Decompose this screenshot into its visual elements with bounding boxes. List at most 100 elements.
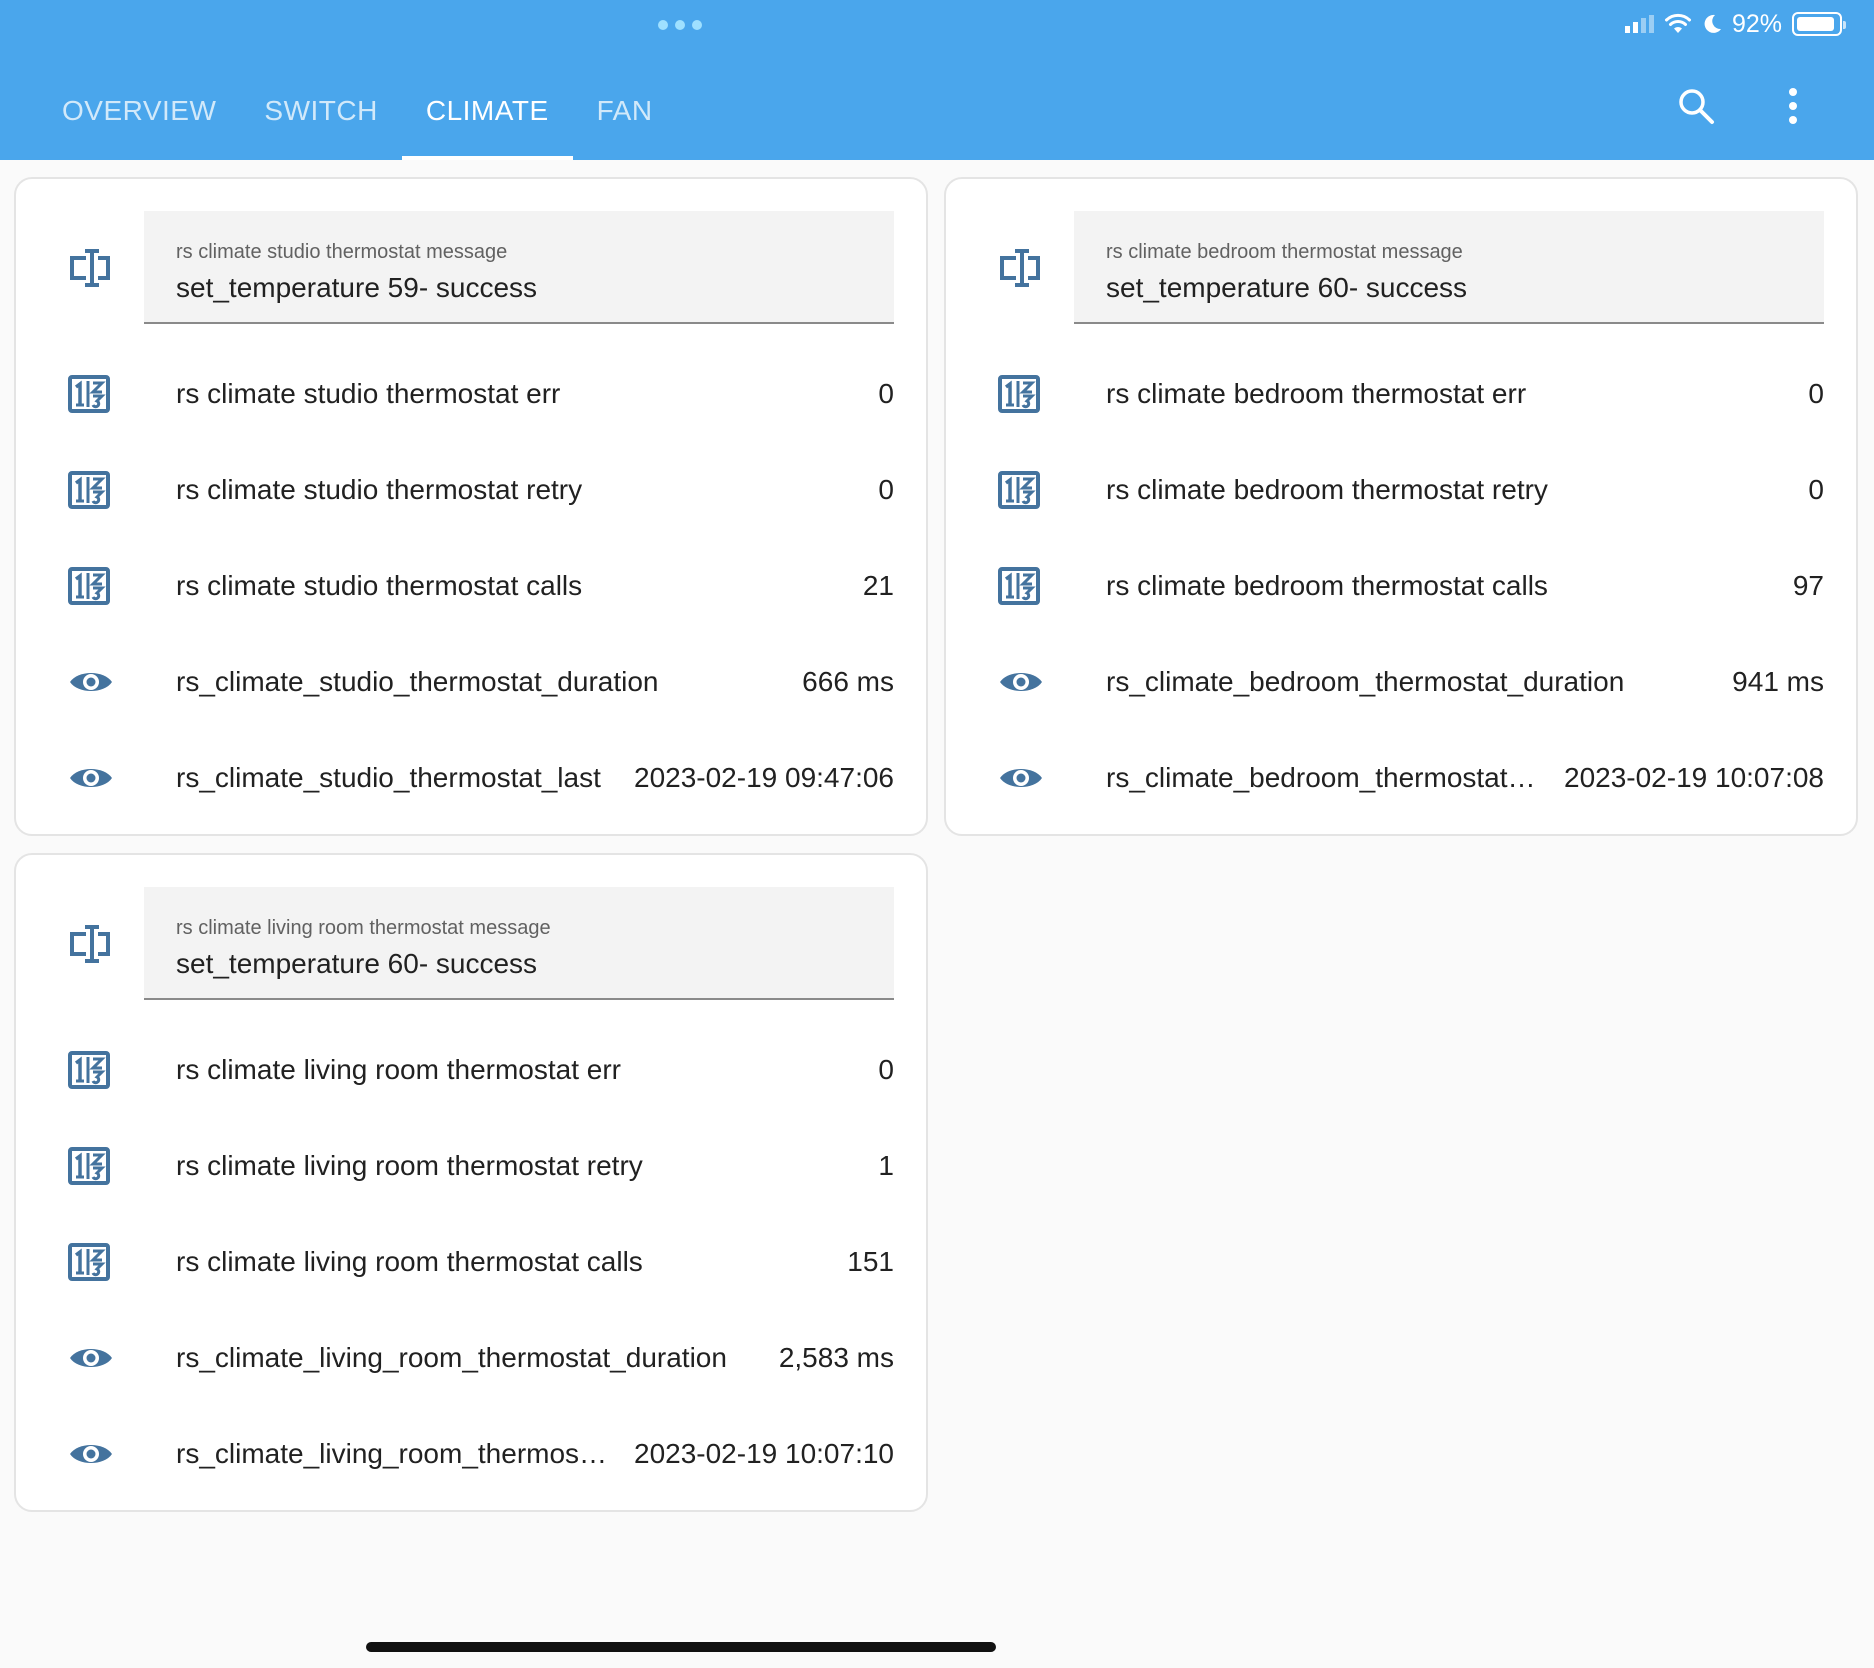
entity-name: rs_climate_studio_thermostat_duration	[176, 666, 659, 697]
entity-name: rs climate living room thermostat calls	[176, 1246, 643, 1277]
entity-state: 2023-02-19 10:07:10	[634, 1438, 894, 1469]
numeric-icon	[68, 375, 110, 413]
status-bar: 92%	[1624, 8, 1846, 40]
entities-card-living-room: rs climate living room thermostat messag…	[14, 853, 928, 1512]
moon-icon	[1704, 14, 1721, 33]
entity-state: 97	[1792, 570, 1824, 601]
eye-icon	[70, 1445, 112, 1463]
message-row: rs climate bedroom thermostat message set…	[982, 211, 1824, 324]
numeric-icon	[68, 567, 110, 605]
search-icon	[1679, 89, 1714, 124]
entity-name: rs_climate_living_room_thermostat_last	[176, 1438, 614, 1469]
numeric-icon	[68, 471, 110, 509]
message-field-value: set_temperature 59- success	[176, 272, 538, 303]
multitasking-dots-icon[interactable]	[658, 19, 702, 31]
entity-row[interactable]: rs_climate_living_room_thermostat_durati…	[52, 1310, 894, 1406]
search-button[interactable]	[1668, 78, 1724, 134]
eye-icon	[70, 673, 112, 691]
message-row: rs climate living room thermostat messag…	[52, 887, 894, 1000]
message-icon-cell	[982, 248, 1074, 288]
entity-icon-cell	[52, 1051, 144, 1089]
battery-percentage: 92%	[1731, 9, 1782, 38]
message-field-label: rs climate living room thermostat messag…	[176, 917, 551, 939]
app-header: 92% OVERVIEW SWITCH CLIMATE FAN	[0, 0, 1874, 160]
numeric-icon	[998, 567, 1040, 605]
entity-row[interactable]: rs climate bedroom thermostat calls 97	[982, 538, 1824, 634]
entity-state: 21	[862, 570, 894, 601]
entity-state: 0	[878, 1054, 894, 1085]
form-textbox-icon	[70, 248, 110, 287]
message-row: rs climate studio thermostat message set_…	[52, 211, 894, 324]
entity-state: 0	[1808, 378, 1824, 409]
more-options-button[interactable]	[1765, 78, 1821, 134]
entity-row[interactable]: rs_climate_bedroom_thermostat_last 2023-0…	[982, 730, 1824, 826]
message-field-value: set_temperature 60- success	[1106, 272, 1468, 303]
entity-name: rs climate studio thermostat retry	[176, 474, 583, 505]
entity-icon-cell	[52, 1439, 144, 1469]
more-vert-icon	[1789, 88, 1797, 124]
entity-name: rs climate bedroom thermostat calls	[1106, 570, 1548, 601]
entity-name: rs climate living room thermostat retry	[176, 1150, 643, 1181]
message-icon-cell	[52, 924, 144, 964]
cellular-signal-icon	[1624, 15, 1654, 33]
entity-icon-cell	[52, 471, 144, 509]
message-field-label: rs climate studio thermostat message	[176, 241, 508, 263]
entity-icon-cell	[52, 567, 144, 605]
entity-row[interactable]: rs climate bedroom thermostat err 0	[982, 346, 1824, 442]
entity-row[interactable]: rs climate living room thermostat retry 1	[52, 1118, 894, 1214]
numeric-icon	[68, 1051, 110, 1089]
message-icon-cell	[52, 248, 144, 288]
entity-icon-cell	[52, 667, 144, 697]
tab-fan[interactable]: FAN	[573, 62, 677, 160]
message-text-field[interactable]: rs climate studio thermostat message set_…	[144, 211, 894, 324]
entity-name: rs_climate_studio_thermostat_last	[176, 762, 601, 793]
entity-icon-cell	[982, 471, 1074, 509]
entity-state: 2023-02-19 09:47:06	[634, 762, 894, 793]
entity-row[interactable]: rs_climate_bedroom_thermostat_duration 94…	[982, 634, 1824, 730]
entity-name: rs climate bedroom thermostat retry	[1106, 474, 1548, 505]
entity-row[interactable]: rs_climate_living_room_thermostat_last 20…	[52, 1406, 894, 1502]
tab-climate[interactable]: CLIMATE	[401, 62, 573, 160]
entity-state: 0	[878, 474, 894, 505]
form-textbox-icon	[1000, 248, 1040, 287]
entity-row[interactable]: rs climate studio thermostat err 0	[52, 346, 894, 442]
entity-state: 666 ms	[802, 666, 894, 697]
entity-state: 0	[878, 378, 894, 409]
entity-icon-cell	[52, 1343, 144, 1373]
entity-row[interactable]: rs climate living room thermostat err 0	[52, 1022, 894, 1118]
entity-icon-cell	[982, 375, 1074, 413]
entity-state: 2,583 ms	[778, 1342, 894, 1373]
entity-state: 2023-02-19 10:07:08	[1564, 762, 1824, 793]
entity-state: 0	[1808, 474, 1824, 505]
entity-row[interactable]: rs_climate_studio_thermostat_duration 666…	[52, 634, 894, 730]
eye-icon	[1000, 769, 1042, 787]
tab-switch[interactable]: SWITCH	[240, 62, 401, 160]
entity-row[interactable]: rs climate studio thermostat retry 0	[52, 442, 894, 538]
entity-icon-cell	[52, 1243, 144, 1281]
entity-name: rs_climate_living_room_thermostat_durati…	[176, 1342, 727, 1373]
entity-row[interactable]: rs climate living room thermostat calls 1…	[52, 1214, 894, 1310]
numeric-icon	[998, 471, 1040, 509]
entities-card-studio: rs climate studio thermostat message set_…	[14, 177, 928, 836]
message-text-field[interactable]: rs climate living room thermostat messag…	[144, 887, 894, 1000]
entity-name: rs_climate_bedroom_thermostat_last	[1106, 762, 1544, 793]
entity-name: rs climate studio thermostat calls	[176, 570, 583, 601]
tab-overview[interactable]: OVERVIEW	[38, 62, 240, 160]
entity-row[interactable]: rs_climate_studio_thermostat_last 2023-02…	[52, 730, 894, 826]
entity-icon-cell	[52, 375, 144, 413]
entity-state: 151	[847, 1246, 894, 1277]
message-text-field[interactable]: rs climate bedroom thermostat message set…	[1074, 211, 1824, 324]
tab-bar: OVERVIEW SWITCH CLIMATE FAN	[38, 62, 677, 160]
message-field-label: rs climate bedroom thermostat message	[1106, 241, 1463, 263]
numeric-icon	[998, 375, 1040, 413]
entity-row[interactable]: rs climate bedroom thermostat retry 0	[982, 442, 1824, 538]
home-indicator[interactable]	[366, 1642, 996, 1652]
entities-card-bedroom: rs climate bedroom thermostat message set…	[944, 177, 1858, 836]
entity-name: rs climate bedroom thermostat err	[1106, 378, 1527, 409]
entity-icon-cell	[52, 763, 144, 793]
entity-name: rs climate living room thermostat err	[176, 1054, 622, 1085]
numeric-icon	[68, 1147, 110, 1185]
wifi-icon	[1664, 13, 1691, 33]
entity-icon-cell	[52, 1147, 144, 1185]
entity-row[interactable]: rs climate studio thermostat calls 21	[52, 538, 894, 634]
